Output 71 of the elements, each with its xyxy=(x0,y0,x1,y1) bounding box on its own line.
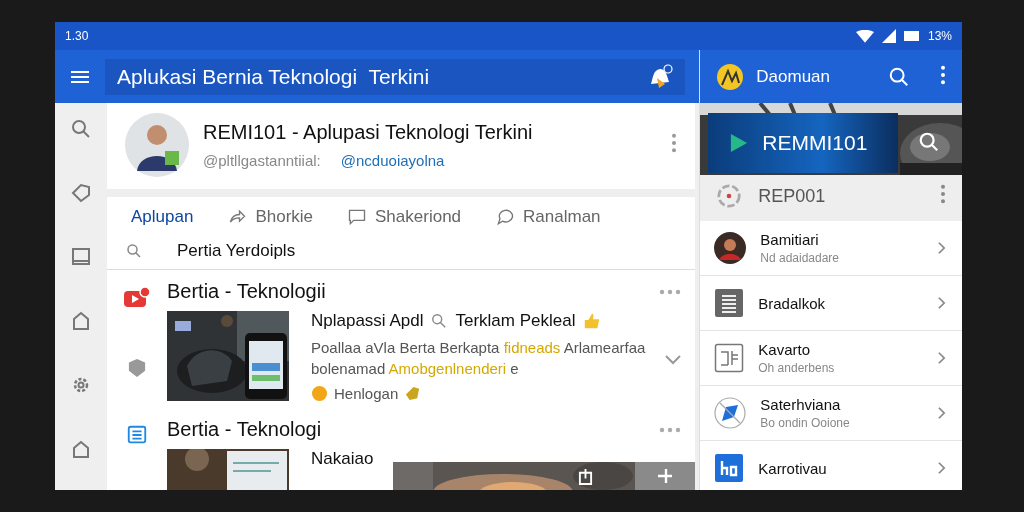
item-title: Kavarto xyxy=(758,341,811,358)
list-item[interactable]: Bradalkok xyxy=(700,276,962,331)
footer-text: Henlogan xyxy=(334,385,399,402)
more-icon[interactable] xyxy=(659,288,681,295)
section-title: REP001 xyxy=(758,185,827,207)
feed-title: Bertia - Teknologii xyxy=(167,280,326,303)
tab[interactable]: Shakeriond xyxy=(347,207,462,227)
list-item[interactable]: Bamitiari Nd adaidadare xyxy=(700,221,962,276)
item-title: Bradalkok xyxy=(758,294,826,312)
article-summary: Poallaa aVla Berta Berkapta fidneads Arlamearfaa bolenamad Amobgenlnenderi e xyxy=(311,338,647,379)
headline: Nakaiao xyxy=(311,449,374,469)
compass-icon xyxy=(714,397,747,429)
profile-handle: @pltllgastanntiial: xyxy=(203,152,321,169)
expand-icon[interactable] xyxy=(665,355,681,365)
more-icon[interactable] xyxy=(940,183,946,204)
item-title: Saterhviana xyxy=(760,396,842,413)
more-icon[interactable] xyxy=(671,133,677,153)
profile-name: REMI101 - Aplupasi Teknologi Terkini xyxy=(203,121,534,144)
search-icon[interactable] xyxy=(125,242,143,260)
battery-icon xyxy=(903,30,920,42)
target-icon xyxy=(716,183,743,209)
signal-icon xyxy=(881,29,896,43)
list-item[interactable]: Kavarto Oh anderbens xyxy=(700,331,962,386)
app-icon xyxy=(714,453,745,483)
status-time: 1.30 xyxy=(65,29,89,43)
search-icon[interactable] xyxy=(918,131,940,153)
feed-title: Bertia - Teknologi xyxy=(167,418,322,441)
plus-icon xyxy=(657,468,673,484)
wifi-icon xyxy=(855,29,874,43)
headline: Terklam Pekleal xyxy=(455,311,576,331)
title-field[interactable]: Aplukasi Bernia Teknologi Terkini xyxy=(105,58,686,95)
avatar xyxy=(714,232,747,264)
headline: Nplapassi Apdl xyxy=(311,311,424,331)
search-field[interactable]: Pertia Yerdoipls xyxy=(177,241,296,261)
menu-icon[interactable] xyxy=(71,69,89,84)
search-icon[interactable] xyxy=(888,65,910,88)
share-icon[interactable] xyxy=(578,468,593,485)
profile-link[interactable]: @ncduoiayolna xyxy=(340,152,445,169)
tab[interactable]: Ranalman xyxy=(495,207,601,227)
tab[interactable]: Aplupan xyxy=(131,207,194,227)
avatar xyxy=(125,113,189,177)
panel-title: Daomuan xyxy=(756,66,831,87)
item-subtitle: Oh anderbens xyxy=(758,361,836,375)
speech-bubble-icon xyxy=(495,207,516,227)
news-icon xyxy=(125,424,149,446)
battery-percent: 13% xyxy=(927,29,952,43)
list-item[interactable]: Karrotivau xyxy=(700,441,962,490)
list-item[interactable]: Saterhviana Bo ondin Ooione xyxy=(700,386,962,441)
chevron-icon xyxy=(937,406,946,420)
chevron-icon xyxy=(937,351,946,365)
more-icon[interactable] xyxy=(659,426,681,433)
tab[interactable]: Bhorkie xyxy=(227,207,314,227)
play-icon xyxy=(730,133,749,153)
video-icon xyxy=(123,286,151,310)
comment-icon xyxy=(347,207,368,227)
item-subtitle: Nd adaidadare xyxy=(760,251,840,265)
chevron-icon xyxy=(937,296,946,310)
more-icon[interactable] xyxy=(940,64,946,85)
shield-icon xyxy=(128,358,146,378)
chevron-icon xyxy=(937,241,946,255)
item-title: Bamitiari xyxy=(760,231,820,248)
add-button[interactable] xyxy=(635,462,695,490)
item-subtitle: Bo ondin Ooione xyxy=(760,416,851,430)
chevron-icon xyxy=(937,461,946,475)
logo-icon xyxy=(716,62,745,91)
emoji-icon xyxy=(311,385,328,402)
banner-title: REMMI101 xyxy=(762,131,868,155)
item-title: Karrotivau xyxy=(758,459,828,477)
layout-icon xyxy=(714,343,745,373)
document-icon xyxy=(714,288,745,318)
thumbs-up-icon xyxy=(583,312,602,330)
